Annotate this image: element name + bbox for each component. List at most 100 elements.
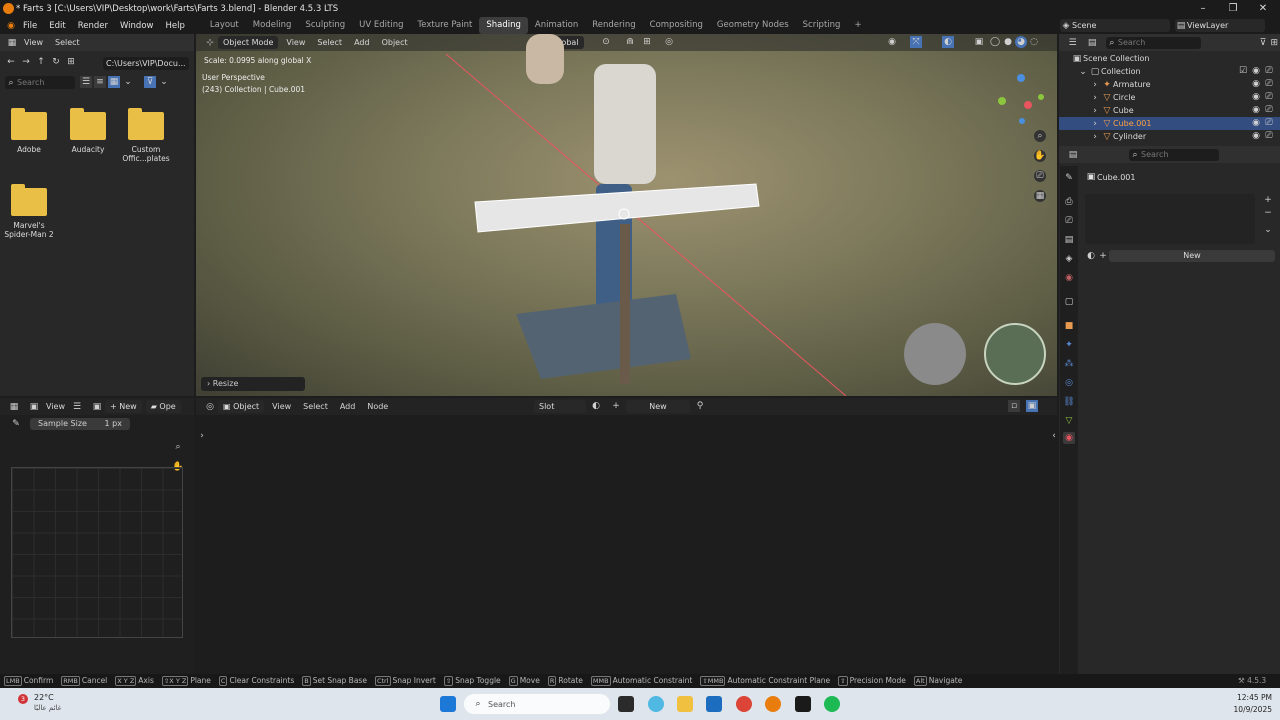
- tab-geometry-nodes[interactable]: Geometry Nodes: [710, 17, 796, 34]
- tab-texture-paint[interactable]: Texture Paint: [411, 17, 480, 34]
- image-browse-icon[interactable]: ▣: [91, 401, 103, 413]
- tab-sculpting[interactable]: Sculpting: [298, 17, 352, 34]
- last-operator-panel[interactable]: › Resize: [201, 377, 305, 391]
- menu-help[interactable]: Help: [159, 21, 190, 31]
- new-folder-icon[interactable]: ⊞: [65, 56, 77, 68]
- physics-tab-icon[interactable]: ◎: [1063, 377, 1075, 389]
- slot-specials-icon[interactable]: ⌄: [1262, 224, 1274, 236]
- particles-tab-icon[interactable]: ⁂: [1063, 358, 1075, 370]
- eye-icon[interactable]: ◉: [1250, 65, 1262, 77]
- fb-menu-select[interactable]: Select: [49, 38, 86, 47]
- new-image-button[interactable]: + New: [104, 400, 142, 413]
- shader-node-editor[interactable]: ◎ ▣ Object View Select Add Node Slot ◐ +…: [196, 398, 1057, 674]
- output-tab-icon[interactable]: ⎚: [1063, 215, 1075, 227]
- add-material-icon[interactable]: +: [610, 400, 622, 412]
- parent-folder-icon[interactable]: ↑: [35, 56, 47, 68]
- folder-item[interactable]: Marvel's Spider-Man 2: [0, 184, 58, 239]
- overlay-toggle-icon[interactable]: ▫: [1008, 400, 1020, 412]
- ne-menu-add[interactable]: Add: [334, 402, 362, 411]
- ne-menu-view[interactable]: View: [266, 402, 297, 411]
- view-mode-icon[interactable]: ▣: [28, 401, 40, 413]
- constraints-tab-icon[interactable]: ⛓: [1063, 396, 1075, 408]
- material-browse-icon[interactable]: ◐: [590, 400, 602, 412]
- menu-icon[interactable]: ☰: [71, 401, 83, 413]
- fb-menu-view[interactable]: View: [18, 38, 49, 47]
- outliner-row-armature[interactable]: › ✦ Armature ◉ ⎚: [1059, 78, 1280, 91]
- editor-type-icon[interactable]: ▦: [6, 37, 18, 49]
- weather-widget[interactable]: 3 22°C غائم عالبًا: [8, 692, 88, 716]
- expand-arrow-icon[interactable]: ›: [1089, 92, 1101, 104]
- eye-icon[interactable]: ◉: [1250, 117, 1262, 129]
- camera-render-icon[interactable]: ⎚: [1263, 117, 1275, 129]
- expand-arrow-icon[interactable]: ›: [1089, 105, 1101, 117]
- store-icon[interactable]: [706, 696, 722, 712]
- scene-tab-icon[interactable]: ◈: [1063, 253, 1075, 265]
- shader-type-dropdown[interactable]: ▣ Object: [218, 400, 265, 413]
- view-layer-selector[interactable]: ▤ ViewLayer: [1175, 19, 1265, 32]
- copilot-icon[interactable]: [648, 696, 664, 712]
- thumbnails-icon[interactable]: ▦: [108, 76, 120, 88]
- back-icon[interactable]: ←: [5, 56, 17, 68]
- toolbar-expand-icon[interactable]: ›: [196, 430, 208, 442]
- outliner-row-cube-001[interactable]: › ▽ Cube.001 ◉ ⎚: [1059, 117, 1280, 130]
- object-tab-icon[interactable]: ■: [1063, 320, 1075, 332]
- scene-selector[interactable]: ◈ Scene: [1060, 19, 1170, 32]
- taskbar-search-input[interactable]: ⌕ Search: [464, 694, 610, 714]
- render-tab-icon[interactable]: ⎙: [1063, 196, 1075, 208]
- tab-scripting[interactable]: Scripting: [796, 17, 848, 34]
- eye-icon[interactable]: ◉: [1250, 104, 1262, 116]
- outliner-row-scene-collection[interactable]: ▣ Scene Collection: [1059, 52, 1280, 65]
- node-overlay-icon[interactable]: ▣: [1026, 400, 1038, 412]
- new-material-button[interactable]: New: [1109, 250, 1275, 262]
- folder-item[interactable]: Adobe: [0, 108, 58, 154]
- expand-arrow-icon[interactable]: ›: [1089, 79, 1101, 91]
- properties-editor-icon[interactable]: ▤: [1067, 149, 1079, 161]
- path-field[interactable]: C:\Users\VIP\Docu...: [103, 57, 189, 70]
- ie-menu-view[interactable]: View: [40, 402, 71, 411]
- filter-chevron-icon[interactable]: ⌄: [158, 76, 170, 88]
- properties-search-input[interactable]: ⌕ Search: [1129, 148, 1219, 161]
- menu-render[interactable]: Render: [72, 21, 114, 31]
- sidebar-expand-icon[interactable]: ‹: [1048, 430, 1060, 442]
- maximize-button[interactable]: ❐: [1218, 0, 1248, 17]
- add-material-icon[interactable]: +: [1097, 250, 1109, 262]
- zoom-icon[interactable]: ⌕: [1034, 130, 1046, 142]
- chrome-icon[interactable]: [736, 696, 752, 712]
- pan-hand-icon[interactable]: ✋: [1034, 150, 1046, 162]
- tab-modeling[interactable]: Modeling: [246, 17, 299, 34]
- menu-window[interactable]: Window: [114, 21, 160, 31]
- outliner-row-cube[interactable]: › ▽ Cube ◉ ⎚: [1059, 104, 1280, 117]
- open-image-button[interactable]: ▰ Ope: [145, 400, 181, 413]
- outliner-search-input[interactable]: ⌕ Search: [1105, 36, 1202, 49]
- object-data-tab-icon[interactable]: ▽: [1063, 415, 1075, 427]
- image-grid-canvas[interactable]: [11, 467, 183, 638]
- tab-compositing[interactable]: Compositing: [643, 17, 710, 34]
- taskbar-time[interactable]: 12:45 PM: [1222, 693, 1272, 702]
- checkbox-icon[interactable]: ☑: [1237, 65, 1249, 77]
- list-horizontal-icon[interactable]: ≡: [94, 76, 106, 88]
- eye-icon[interactable]: ◉: [1250, 130, 1262, 142]
- filter-icon[interactable]: ⊽: [144, 76, 156, 88]
- task-view-icon[interactable]: [618, 696, 634, 712]
- tool-tab-icon[interactable]: ✎: [1063, 172, 1075, 184]
- camera-render-icon[interactable]: ⎚: [1263, 91, 1275, 103]
- modifier-tab-icon[interactable]: ✦: [1063, 339, 1075, 351]
- tab-animation[interactable]: Animation: [528, 17, 585, 34]
- sample-size-field[interactable]: Sample Size 1 px: [30, 418, 130, 430]
- new-material-button[interactable]: New: [626, 400, 690, 413]
- outliner-row-cylinder[interactable]: › ▽ Cylinder ◉ ⎚: [1059, 130, 1280, 143]
- list-vertical-icon[interactable]: ☰: [80, 76, 92, 88]
- taskbar-date[interactable]: 10/9/2025: [1222, 705, 1272, 714]
- material-browse-icon[interactable]: ◐: [1085, 250, 1097, 262]
- ne-menu-select[interactable]: Select: [297, 402, 334, 411]
- fb-search-input[interactable]: ⌕ Search: [5, 76, 75, 89]
- ne-menu-node[interactable]: Node: [361, 402, 394, 411]
- filter-icon[interactable]: ⊽: [1257, 37, 1268, 49]
- new-collection-icon[interactable]: ⊞: [1269, 37, 1280, 49]
- refresh-icon[interactable]: ↻: [50, 56, 62, 68]
- camera-icon[interactable]: ⎚: [1034, 170, 1046, 182]
- zoom-icon[interactable]: ⌕: [172, 441, 184, 453]
- windows-start-icon[interactable]: [440, 696, 456, 712]
- world-tab-icon[interactable]: ◉: [1063, 272, 1075, 284]
- tab-rendering[interactable]: Rendering: [585, 17, 642, 34]
